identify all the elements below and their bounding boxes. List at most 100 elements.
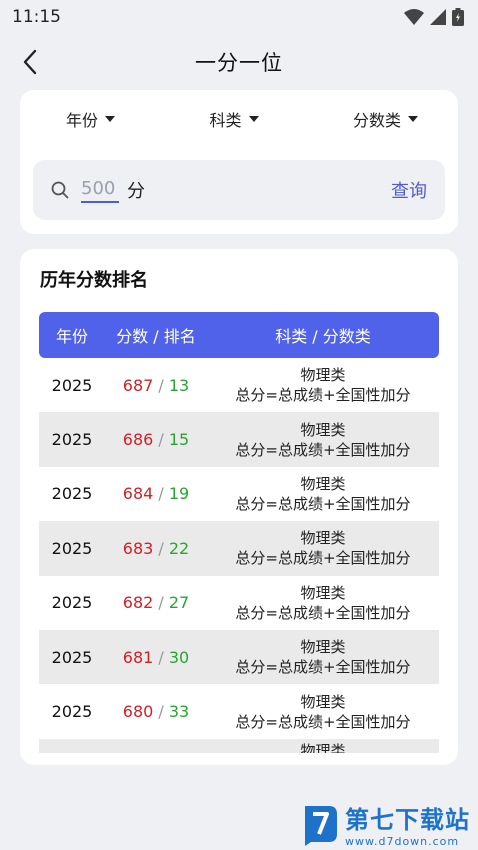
row-formula: 总分=总成绩+全国性加分 [235, 494, 411, 513]
row-year: 2025 [51, 538, 93, 558]
year-filter-dropdown[interactable]: 年份 [66, 104, 116, 134]
subject-filter-label: 科类 [209, 111, 242, 130]
row-type: 物理类 总分=总成绩+全国性加分 [207, 528, 439, 568]
row-formula: 总分=总成绩+全国性加分 [235, 603, 411, 622]
score-unit-label: 分 [127, 181, 145, 202]
row-category: 物理类 [300, 529, 346, 548]
table-row: 2025 680 / 33 物理类 总分=总成绩+全国性加分 [39, 684, 439, 738]
table-row: 2025 686 / 15 物理类 总分=总成绩+全国性加分 [39, 412, 439, 467]
row-rank: 15 [168, 430, 190, 450]
row-score-rank: 684 / 19 [105, 484, 207, 503]
row-year: 2025 [51, 702, 93, 722]
site-logo-icon [305, 806, 337, 846]
row-year: 2025 [51, 647, 93, 667]
row-separator: / [153, 647, 169, 667]
signal-icon [430, 9, 446, 25]
row-formula: 总分=总成绩+全国性加分 [235, 549, 411, 568]
header-separator: / [148, 327, 164, 346]
back-button[interactable] [14, 46, 46, 78]
row-rank: 19 [168, 484, 190, 504]
row-type: 物理类 总分=总成绩+全国性加分 [207, 637, 439, 677]
row-score-rank: 681 / 30 [105, 648, 207, 667]
row-separator: / [153, 593, 169, 613]
row-score-rank: 686 / 15 [105, 430, 207, 449]
row-score: 684 [122, 484, 154, 504]
table-row: 2025 682 / 27 物理类 总分=总成绩+全国性加分 [39, 576, 439, 630]
row-rank: 30 [168, 647, 190, 667]
row-category: 物理类 [300, 692, 346, 711]
table-row-partial: 物理类 [39, 738, 439, 753]
row-formula: 总分=总成绩+全国性加分 [235, 658, 411, 677]
table-row: 2025 684 / 19 物理类 总分=总成绩+全国性加分 [39, 467, 439, 521]
row-category: 物理类 [300, 638, 346, 657]
battery-icon [452, 8, 464, 26]
score-type-filter-label: 分数类 [352, 111, 401, 130]
row-rank: 27 [168, 593, 190, 613]
status-bar: 11:15 [0, 0, 478, 34]
section-title: 历年分数排名 [40, 270, 148, 291]
ranking-table[interactable]: 年份 分数 / 排名 科类 / 分数类 2025 687 / 13 物理类 总分=… [39, 312, 439, 753]
caret-down-icon [105, 116, 116, 122]
table-row: 2025 687 / 13 物理类 总分=总成绩+全国性加分 [39, 358, 439, 412]
row-score: 682 [122, 593, 154, 613]
subject-filter-dropdown[interactable]: 科类 [209, 104, 259, 134]
row-category: 物理类 [300, 741, 346, 753]
row-year: 2025 [51, 484, 93, 504]
table-row: 2025 681 / 30 物理类 总分=总成绩+全国性加分 [39, 629, 439, 685]
row-year: 2025 [51, 375, 93, 395]
score-input[interactable] [81, 177, 119, 203]
wifi-icon [404, 9, 424, 25]
row-year: 2025 [51, 430, 93, 450]
row-type: 物理类 总分=总成绩+全国性加分 [207, 474, 439, 514]
row-score-rank: 682 / 27 [105, 593, 207, 612]
row-separator: / [153, 702, 169, 722]
row-score: 686 [122, 430, 154, 450]
chevron-left-icon [23, 49, 37, 75]
status-time: 11:15 [12, 7, 61, 27]
row-formula: 总分=总成绩+全国性加分 [235, 386, 411, 405]
header-type: 科类 / 分数类 [275, 327, 371, 346]
year-filter-label: 年份 [66, 111, 99, 130]
row-rank: 22 [168, 538, 190, 558]
table-header: 年份 分数 / 排名 科类 / 分数类 [39, 312, 439, 358]
row-type: 物理类 总分=总成绩+全国性加分 [207, 692, 439, 732]
row-rank: 13 [168, 375, 190, 395]
query-button[interactable]: 查询 [391, 177, 427, 203]
search-icon [51, 181, 69, 199]
row-separator: / [153, 375, 169, 395]
watermark-url: www.d7down.com [345, 835, 460, 848]
row-score: 683 [122, 538, 154, 558]
row-formula: 总分=总成绩+全国性加分 [235, 712, 411, 731]
row-type: 物理类 [207, 741, 439, 753]
page-title: 一分一位 [195, 51, 283, 75]
row-separator: / [153, 538, 169, 558]
row-category: 物理类 [300, 420, 346, 439]
row-separator: / [153, 430, 169, 450]
app-bar: 一分一位 [0, 40, 478, 84]
row-separator: / [153, 484, 169, 504]
row-type: 物理类 总分=总成绩+全国性加分 [207, 583, 439, 623]
row-score: 687 [122, 375, 154, 395]
caret-down-icon [248, 116, 259, 122]
row-type: 物理类 总分=总成绩+全国性加分 [207, 365, 439, 405]
header-score: 分数 [116, 327, 149, 346]
row-formula: 总分=总成绩+全国性加分 [235, 440, 411, 459]
watermark-name: 第七下载站 [345, 806, 470, 834]
row-category: 物理类 [300, 583, 346, 602]
row-score-rank: 687 / 13 [105, 376, 207, 395]
row-rank: 33 [168, 702, 190, 722]
caret-down-icon [407, 116, 418, 122]
row-category: 物理类 [300, 366, 346, 385]
header-year: 年份 [55, 327, 88, 346]
row-year: 2025 [51, 593, 93, 613]
score-type-filter-dropdown[interactable]: 分数类 [353, 104, 418, 134]
ranking-card: 历年分数排名 年份 分数 / 排名 科类 / 分数类 2025 687 / 13… [20, 249, 458, 765]
row-score-rank: 680 / 33 [105, 702, 207, 721]
row-type: 物理类 总分=总成绩+全国性加分 [207, 420, 439, 460]
watermark: 第七下载站 www.d7down.com [299, 800, 470, 848]
row-score-rank: 683 / 22 [105, 539, 207, 558]
row-score: 681 [122, 647, 154, 667]
filter-bar: 年份 科类 分数类 [20, 104, 458, 134]
row-category: 物理类 [300, 474, 346, 493]
table-row: 2025 683 / 22 物理类 总分=总成绩+全国性加分 [39, 521, 439, 576]
